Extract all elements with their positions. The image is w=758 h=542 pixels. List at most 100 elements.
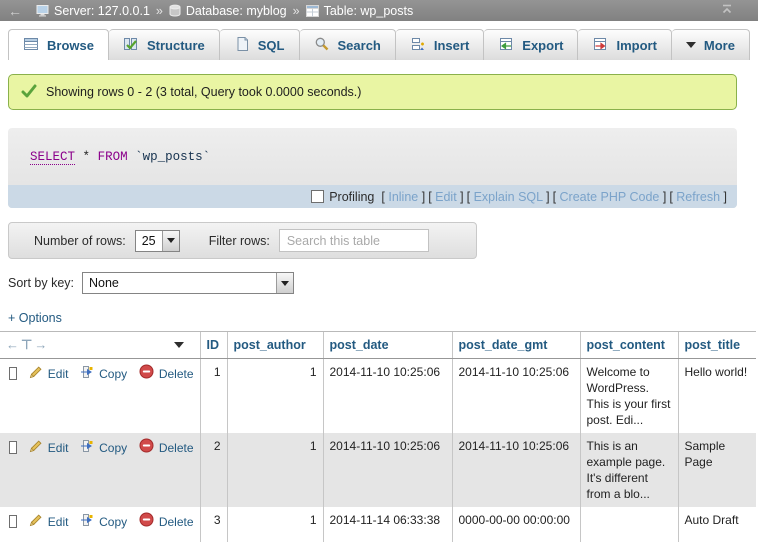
rows-label: Number of rows:: [34, 234, 126, 248]
sort-by-key-select[interactable]: None: [82, 272, 294, 294]
tab-import[interactable]: Import: [578, 29, 671, 60]
breadcrumb-table[interactable]: Table: wp_posts: [306, 4, 414, 18]
delete-icon: [139, 438, 154, 457]
sql-query-text: SELECT * FROM `wp_posts`: [8, 128, 737, 185]
edit-row-link[interactable]: Edit: [48, 514, 69, 530]
cell-post-title: Hello world!: [678, 359, 756, 434]
column-header-post-content[interactable]: post_content: [580, 332, 678, 359]
cell-id: 3: [200, 507, 227, 542]
cell-id: 2: [200, 433, 227, 507]
select-arrow-icon: [162, 231, 179, 251]
table-icon: [306, 5, 319, 17]
sql-table-name: `wp_posts`: [135, 150, 210, 164]
copy-row-link[interactable]: Copy: [99, 514, 127, 530]
copy-row-link[interactable]: Copy: [99, 366, 127, 382]
cell-post-author: 1: [227, 507, 323, 542]
status-message: Showing rows 0 - 2 (3 total, Query took …: [8, 74, 737, 110]
delete-row-link[interactable]: Delete: [159, 366, 194, 382]
breadcrumb-separator: »: [156, 4, 163, 18]
inline-link[interactable]: Inline: [388, 190, 418, 204]
tab-import-label: Import: [616, 38, 656, 53]
explain-sql-link[interactable]: Explain SQL: [474, 190, 543, 204]
copy-icon: [80, 513, 94, 531]
back-icon[interactable]: ←: [8, 3, 22, 19]
search-icon: [314, 36, 330, 55]
cell-post-date-gmt: 0000-00-00 00:00:00: [452, 507, 580, 542]
column-header-post-date-gmt[interactable]: post_date_gmt: [452, 332, 580, 359]
copy-row-link[interactable]: Copy: [99, 440, 127, 456]
tab-more-label: More: [704, 38, 735, 53]
collapse-panel-icon[interactable]: [720, 3, 734, 18]
breadcrumb-database[interactable]: Database: myblog: [169, 4, 287, 18]
create-php-code-link[interactable]: Create PHP Code: [560, 190, 660, 204]
cell-post-title: Auto Draft: [678, 507, 756, 542]
row-select-checkbox[interactable]: [9, 515, 17, 528]
number-of-rows-select[interactable]: 25: [135, 230, 180, 252]
breadcrumb-server[interactable]: Server: 127.0.0.1: [36, 4, 150, 18]
edit-query-link[interactable]: Edit: [435, 190, 457, 204]
delete-row-link[interactable]: Delete: [159, 440, 194, 456]
profiling-checkbox[interactable]: [311, 190, 324, 203]
profiling-toggle[interactable]: Profiling: [311, 190, 374, 204]
column-header-post-title[interactable]: post_title: [678, 332, 756, 359]
copy-icon: [80, 439, 94, 457]
tab-export[interactable]: Export: [484, 29, 578, 60]
cell-post-date: 2014-11-10 10:25:06: [323, 433, 452, 507]
tab-search-label: Search: [338, 38, 381, 53]
sql-star: *: [83, 150, 91, 164]
action-column-header: ←⊤→: [0, 332, 200, 359]
column-header-post-author[interactable]: post_author: [227, 332, 323, 359]
sql-icon: [234, 36, 250, 55]
cell-post-date: 2014-11-14 06:33:38: [323, 507, 452, 542]
sort-by-key-label: Sort by key:: [8, 276, 74, 290]
edit-row-link[interactable]: Edit: [48, 366, 69, 382]
server-icon: [36, 4, 49, 17]
number-of-rows-value: 25: [136, 231, 162, 251]
sort-by-key-row: Sort by key: None: [8, 272, 750, 294]
display-direction-toggle[interactable]: ←⊤→: [6, 337, 49, 353]
tab-insert[interactable]: Insert: [396, 29, 484, 60]
table-row: Edit Copy Delete 1 1 2014-11-10 10:25:06…: [0, 359, 756, 434]
tab-structure[interactable]: Structure: [109, 29, 220, 60]
cell-post-date-gmt: 2014-11-10 10:25:06: [452, 359, 580, 434]
row-select-checkbox[interactable]: [9, 367, 17, 380]
tab-sql[interactable]: SQL: [220, 29, 300, 60]
edit-row-link[interactable]: Edit: [48, 440, 69, 456]
tab-insert-label: Insert: [434, 38, 469, 53]
breadcrumb-table-label: Table: wp_posts: [324, 4, 414, 18]
edit-pencil-icon: [29, 513, 43, 531]
row-select-checkbox[interactable]: [9, 441, 17, 454]
tab-search[interactable]: Search: [300, 29, 396, 60]
sql-query-box: SELECT * FROM `wp_posts` Profiling Inlin…: [8, 128, 737, 208]
results-header-row: ←⊤→ ID post_author post_date post_date_g…: [0, 332, 756, 359]
select-arrow-icon: [276, 273, 293, 293]
cell-post-author: 1: [227, 433, 323, 507]
delete-row-link[interactable]: Delete: [159, 514, 194, 530]
tab-browse[interactable]: Browse: [8, 29, 109, 60]
breadcrumb-database-label: Database: myblog: [186, 4, 287, 18]
table-row: Edit Copy Delete 2 1 2014-11-10 10:25:06…: [0, 433, 756, 507]
cell-post-author: 1: [227, 359, 323, 434]
structure-icon: [123, 36, 139, 55]
refresh-link[interactable]: Refresh: [676, 190, 720, 204]
tab-structure-label: Structure: [147, 38, 205, 53]
filter-rows-input[interactable]: [279, 229, 429, 252]
breadcrumb-separator: »: [293, 4, 300, 18]
delete-icon: [139, 512, 154, 531]
sort-by-key-value: None: [83, 273, 276, 293]
cell-post-content: This is an example page. It's different …: [580, 433, 678, 507]
options-link[interactable]: + Options: [8, 311, 750, 325]
cell-id: 1: [200, 359, 227, 434]
tab-sql-label: SQL: [258, 38, 285, 53]
column-header-id[interactable]: ID: [200, 332, 227, 359]
cell-post-title: Sample Page: [678, 433, 756, 507]
breadcrumb-bar: ← Server: 127.0.0.1 » Database: myblog »…: [0, 0, 758, 21]
tab-more[interactable]: More: [672, 29, 750, 60]
column-header-post-date[interactable]: post_date: [323, 332, 452, 359]
results-table: ←⊤→ ID post_author post_date post_date_g…: [0, 331, 756, 542]
import-icon: [592, 36, 608, 55]
breadcrumb-server-label: Server: 127.0.0.1: [54, 4, 150, 18]
rows-options-bar: Number of rows: 25 Filter rows:: [8, 222, 477, 259]
column-options-icon[interactable]: [174, 342, 184, 348]
edit-pencil-icon: [29, 365, 43, 383]
